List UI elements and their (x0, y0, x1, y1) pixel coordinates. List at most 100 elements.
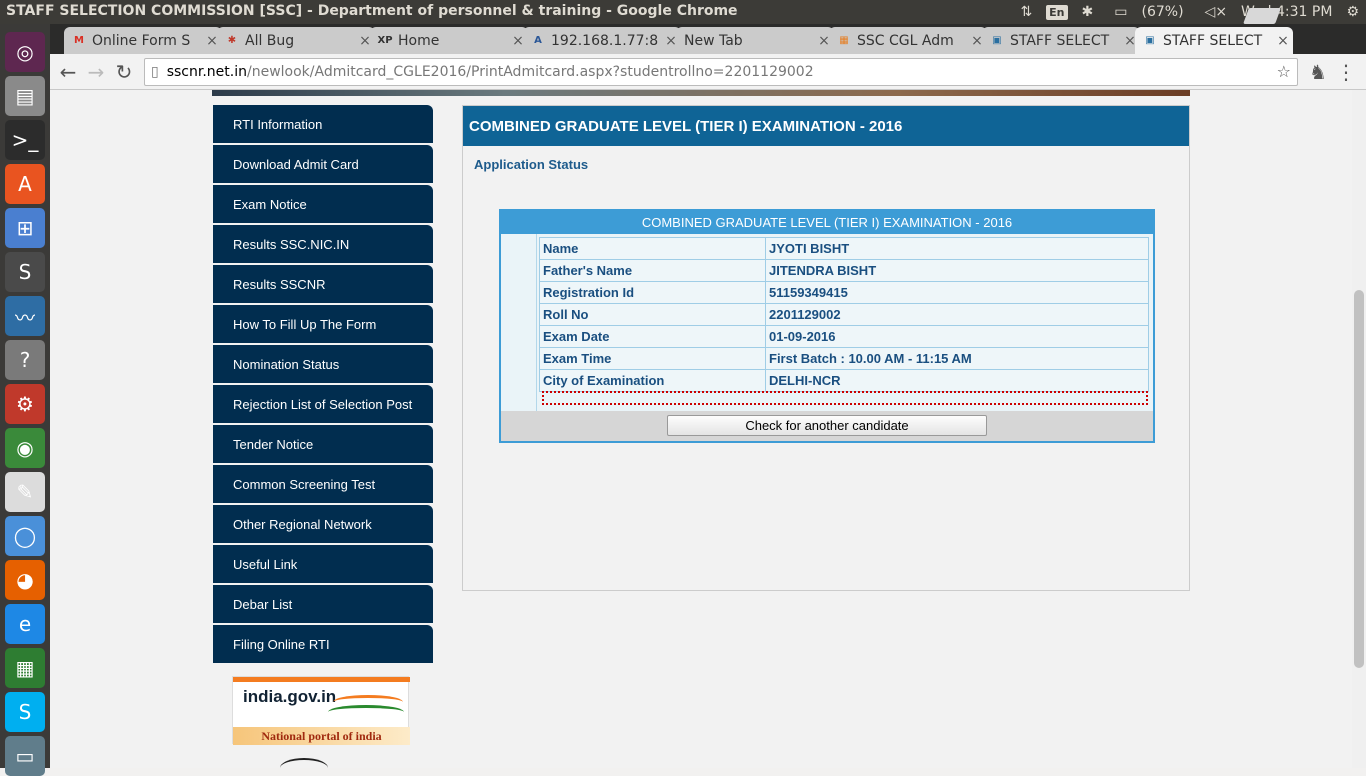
bluetooth-icon[interactable]: ✱ (1082, 4, 1094, 20)
menu-item[interactable]: Results SSCNR (213, 265, 433, 303)
browser-tab[interactable]: New Tab × (676, 27, 834, 54)
menu-item[interactable]: Common Screening Test (213, 465, 433, 503)
field-value: JYOTI BISHT (765, 237, 1149, 260)
web-page: RTI Information Download Admit Card Exam N… (50, 90, 1352, 768)
battery-icon: ▭ (1114, 4, 1128, 20)
admit-card-title: COMBINED GRADUATE LEVEL (TIER I) EXAMINA… (501, 211, 1153, 234)
battery-indicator[interactable]: ▭ (67%) (1107, 4, 1190, 20)
spreadsheet-icon[interactable]: ▦ (5, 648, 45, 688)
field-value: 2201129002 (765, 303, 1149, 326)
menu-item[interactable]: Rejection List of Selection Post (213, 385, 433, 423)
ssc-icon: ▣ (992, 35, 1002, 46)
menu-item[interactable]: Download Admit Card (213, 145, 433, 183)
admit-card-body: Name JYOTI BISHT Father's Name JITENDRA BIS… (501, 234, 1153, 411)
skype-icon[interactable]: S (5, 692, 45, 732)
check-another-candidate-button[interactable]: Check for another candidate (667, 415, 987, 436)
field-value: DELHI-NCR (765, 369, 1149, 392)
url-path: /newlook/Admitcard_CGLE2016/PrintAdmitca… (247, 64, 814, 80)
menu-item[interactable]: Nomination Status (213, 345, 433, 383)
drive-icon[interactable]: ▭ (5, 736, 45, 776)
tab-label: Home (398, 32, 440, 49)
admit-card: COMBINED GRADUATE LEVEL (TIER I) EXAMINA… (499, 209, 1155, 443)
back-arrow-icon[interactable]: ← (56, 60, 80, 84)
browser-tab[interactable]: ▣ STAFF SELECT × (982, 27, 1140, 54)
window-title: STAFF SELECTION COMMISSION [SSC] - Depar… (6, 3, 738, 19)
admit-card-footer: Check for another candidate (501, 411, 1153, 441)
menu-item[interactable]: RTI Information (213, 105, 433, 143)
page-title: COMBINED GRADUATE LEVEL (TIER I) EXAMINA… (463, 106, 1189, 146)
address-bar[interactable]: ▯ sscnr.net.in/newlook/Admitcard_CGLE201… (144, 58, 1298, 86)
table-row: Father's Name JITENDRA BISHT (539, 259, 1149, 282)
software-center-icon[interactable]: A (5, 164, 45, 204)
header-banner-image (212, 90, 1190, 96)
bookmark-star-icon[interactable]: ☆ (1277, 62, 1291, 81)
browser-tab[interactable]: ▦ SSC CGL Adm × (829, 27, 987, 54)
field-label: Exam Date (539, 325, 766, 348)
menu-item[interactable]: Tender Notice (213, 425, 433, 463)
chromium-icon[interactable]: ◯ (5, 516, 45, 556)
text-editor-icon[interactable]: ✎ (5, 472, 45, 512)
tab-label: SSC CGL Adm (857, 32, 954, 49)
system-tray: ⇅ En ✱ ▭ (67%) ◁× Wed 4:31 PM ⚙ (1013, 0, 1366, 24)
settings-icon[interactable]: ⚙ (5, 384, 45, 424)
new-tab-button[interactable] (1243, 8, 1281, 24)
page-icon: ▯ (151, 64, 159, 80)
logo-green-swoosh (328, 705, 404, 719)
tab-strip: M Online Form S × ✱ All Bug × XP Home × A 192.168.… (50, 24, 1366, 54)
table-row: Exam Time First Batch : 10.00 AM - 11:15 … (539, 347, 1149, 370)
india-gov-tagline: National portal of india (233, 727, 410, 745)
firefox-icon[interactable]: ◕ (5, 560, 45, 600)
gear-icon[interactable]: ⚙ (1346, 4, 1359, 20)
table-row: Registration Id 51159349415 (539, 281, 1149, 304)
battery-percentage: (67%) (1141, 4, 1184, 20)
main-panel: COMBINED GRADUATE LEVEL (TIER I) EXAMINA… (462, 105, 1190, 591)
field-label: Father's Name (539, 259, 766, 282)
close-icon[interactable]: × (1273, 33, 1293, 49)
forward-arrow-icon[interactable]: → (84, 60, 108, 84)
help-icon[interactable]: ? (5, 340, 45, 380)
menu-item[interactable]: Exam Notice (213, 185, 433, 223)
ie-icon[interactable]: e (5, 604, 45, 644)
xp-icon: XP (377, 35, 393, 46)
browser-tab[interactable]: A 192.168.1.77:8 × (523, 27, 681, 54)
files-icon[interactable]: ▤ (5, 76, 45, 116)
tab-label: New Tab (684, 32, 743, 49)
browser-tab[interactable]: ▣ STAFF SELECT × (1135, 27, 1293, 54)
field-value: 01-09-2016 (765, 325, 1149, 348)
india-gov-logo-text: india.gov.in (243, 687, 337, 706)
keyboard-layout-indicator[interactable]: En (1046, 4, 1068, 20)
menu-item[interactable]: How To Fill Up The Form (213, 305, 433, 343)
signature-placeholder (542, 391, 1148, 405)
volume-muted-icon[interactable]: ◁× (1205, 4, 1228, 20)
table-row: Name JYOTI BISHT (539, 237, 1149, 260)
tab-label: 192.168.1.77:8 (551, 32, 659, 49)
wireshark-icon[interactable]: 〰 (5, 296, 45, 336)
field-label: Exam Time (539, 347, 766, 370)
browser-tab[interactable]: ✱ All Bug × (217, 27, 375, 54)
partial-logo-swirl (280, 758, 328, 768)
table-row: Roll No 2201129002 (539, 303, 1149, 326)
browser-tab[interactable]: M Online Form S × (64, 27, 222, 54)
application-status-label: Application Status (474, 157, 589, 172)
candidate-details-table: Name JYOTI BISHT Father's Name JITENDRA BIS… (539, 237, 1149, 392)
sublime-icon[interactable]: S (5, 252, 45, 292)
tab-label: STAFF SELECT (1010, 32, 1110, 49)
network-transfer-icon[interactable]: ⇅ (1020, 4, 1032, 20)
extension-icon[interactable]: ♞ (1306, 60, 1330, 84)
menu-item[interactable]: Other Regional Network (213, 505, 433, 543)
browser-tab[interactable]: XP Home × (370, 27, 528, 54)
menu-item[interactable]: Debar List (213, 585, 433, 623)
menu-icon[interactable]: ⋮ (1334, 60, 1358, 84)
grid-icon: ▦ (839, 35, 849, 46)
chrome-icon[interactable]: ◉ (5, 428, 45, 468)
ubuntu-dash-icon[interactable]: ◎ (5, 32, 45, 72)
menu-item[interactable]: Useful Link (213, 545, 433, 583)
menu-item[interactable]: Filing Online RTI (213, 625, 433, 663)
menu-item[interactable]: Results SSC.NIC.IN (213, 225, 433, 263)
terminal-icon[interactable]: >_ (5, 120, 45, 160)
india-gov-logo[interactable]: india.gov.in National portal of india (232, 676, 410, 745)
logo-orange-bar (233, 677, 410, 682)
reload-icon[interactable]: ↻ (112, 60, 136, 84)
windows-icon[interactable]: ⊞ (5, 208, 45, 248)
page-scrollbar-thumb[interactable] (1354, 290, 1364, 668)
